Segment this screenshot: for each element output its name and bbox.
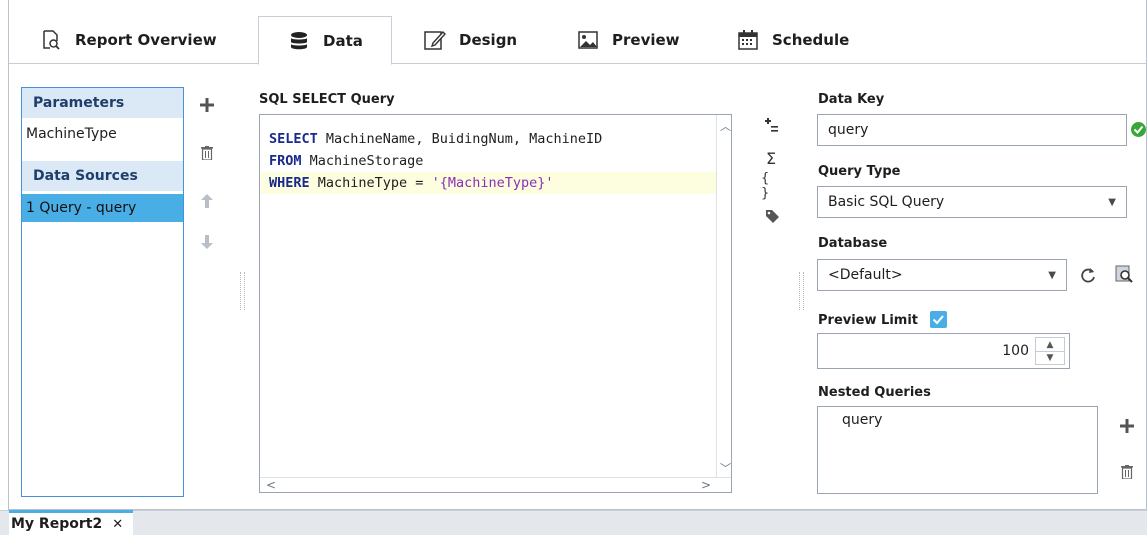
tag-icon[interactable] (762, 206, 782, 226)
vertical-scrollbar[interactable]: ︿ ﹀ (716, 115, 731, 477)
splitter-handle[interactable] (799, 272, 804, 310)
report-tab-bar: Report Overview Data Design Preview Sche… (9, 0, 1146, 65)
database-value: <Default> (828, 267, 903, 283)
database-icon (287, 30, 311, 52)
document-tab-label: My Report2 (11, 516, 103, 532)
query-type-select[interactable]: Basic SQL Query ▼ (817, 186, 1127, 218)
add-nested-query-icon[interactable] (1117, 416, 1137, 436)
increment-icon[interactable]: ▲ (1036, 338, 1064, 352)
database-browse-icon[interactable] (1114, 264, 1134, 284)
data-key-label: Data Key (818, 92, 885, 107)
data-sources-header: Data Sources (22, 161, 183, 191)
database-select[interactable]: <Default> ▼ (817, 259, 1067, 291)
data-sources-panel: Parameters MachineType Data Sources 1 Qu… (21, 87, 184, 497)
scroll-left-icon[interactable]: < (266, 478, 276, 492)
sql-line: FROM MachineStorage (269, 153, 424, 169)
document-tab[interactable]: My Report2 ✕ (9, 510, 134, 535)
document-tab-bar (0, 510, 1147, 535)
nested-queries-list[interactable]: query (817, 406, 1098, 494)
tab-label: Report Overview (75, 31, 217, 49)
tab-schedule[interactable]: Schedule (736, 16, 849, 64)
sql-query-label: SQL SELECT Query (259, 92, 395, 107)
chevron-down-icon: ▼ (1048, 269, 1056, 281)
spinner-buttons: ▲ ▼ (1035, 337, 1065, 365)
data-source-item[interactable]: 1 Query - query (22, 194, 183, 222)
data-key-value: query (828, 122, 869, 138)
tab-preview[interactable]: Preview (576, 16, 680, 64)
chevron-down-icon: ▼ (1108, 196, 1116, 208)
braces-icon[interactable]: { } (761, 171, 781, 201)
parameters-header: Parameters (22, 88, 183, 118)
add-icon[interactable] (197, 95, 217, 115)
calendar-icon (736, 29, 760, 51)
tab-data[interactable]: Data (258, 16, 392, 65)
insert-column-icon[interactable] (762, 116, 782, 136)
preview-limit-label: Preview Limit (818, 313, 918, 328)
splitter-handle[interactable] (240, 272, 245, 310)
sum-icon[interactable]: Σ (761, 148, 781, 168)
decrement-icon[interactable]: ▼ (1036, 351, 1064, 364)
scroll-down-icon[interactable]: ﹀ (720, 460, 731, 476)
query-type-label: Query Type (818, 164, 901, 179)
valid-check-icon (1130, 121, 1147, 138)
image-icon (576, 29, 600, 51)
design-icon (423, 29, 447, 51)
preview-limit-checkbox[interactable] (929, 310, 947, 328)
tab-label: Data (323, 31, 363, 50)
scroll-up-icon[interactable]: ︿ (720, 118, 731, 134)
tab-label: Schedule (772, 31, 850, 49)
database-label: Database (818, 236, 888, 251)
delete-icon[interactable] (197, 143, 217, 163)
horizontal-scrollbar[interactable]: < > (260, 477, 731, 492)
move-up-icon[interactable] (197, 191, 217, 211)
report-overview-icon (39, 29, 63, 51)
tab-label: Design (459, 31, 518, 49)
preview-limit-spinner[interactable]: 100 ▲ ▼ (817, 333, 1070, 369)
move-down-icon[interactable] (197, 232, 217, 252)
scroll-right-icon[interactable]: > (701, 478, 711, 492)
preview-limit-value: 100 (1002, 343, 1029, 359)
query-type-value: Basic SQL Query (828, 194, 945, 210)
tab-report-overview[interactable]: Report Overview (39, 16, 217, 64)
nested-queries-label: Nested Queries (818, 385, 931, 400)
tab-label: Preview (612, 31, 680, 49)
delete-nested-query-icon[interactable] (1117, 462, 1137, 482)
sql-editor[interactable]: SELECT MachineName, BuidingNum, MachineI… (259, 114, 732, 493)
sql-line: SELECT MachineName, BuidingNum, MachineI… (269, 131, 603, 147)
parameter-item[interactable]: MachineType (22, 120, 183, 148)
data-key-input[interactable]: query (817, 114, 1127, 146)
close-icon[interactable]: ✕ (112, 517, 123, 532)
refresh-icon[interactable] (1078, 265, 1098, 285)
sql-line: WHERE MachineType = '{MachineType}' (269, 175, 554, 191)
nested-query-item[interactable]: query (842, 412, 882, 428)
tab-design[interactable]: Design (423, 16, 517, 64)
